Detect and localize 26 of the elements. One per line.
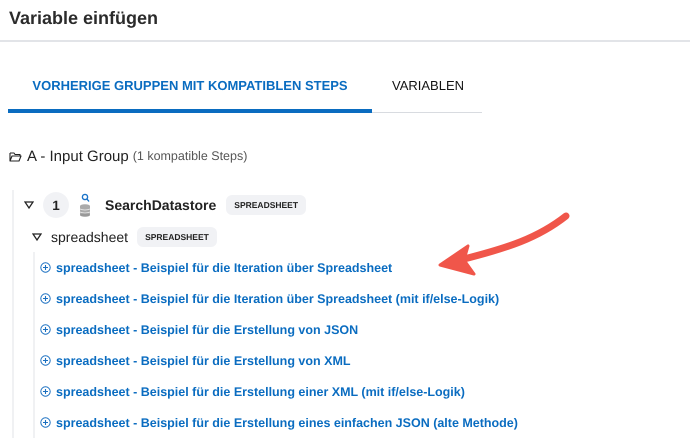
variable-link[interactable]: spreadsheet - Beispiel für die Erstellung von XML xyxy=(56,354,351,368)
type-tag: SPREADSHEET xyxy=(226,195,306,215)
variable-link[interactable]: spreadsheet - Beispiel für die Erstellung von JSON xyxy=(56,322,358,336)
variable-link[interactable]: spreadsheet - Beispiel für die Erstellung eines einfachen JSON (alte Methode) xyxy=(56,416,518,430)
step-count: (1 kompatible Steps) xyxy=(132,149,248,163)
collapse-icon[interactable] xyxy=(24,200,34,210)
plus-circle-icon[interactable] xyxy=(40,262,51,273)
variable-link[interactable]: spreadsheet - Beispiel für die Iteration über Spreadsheet xyxy=(56,260,392,274)
database-search-icon xyxy=(77,193,93,217)
variable-link[interactable]: spreadsheet - Beispiel für die Iteration über Spreadsheet (mit if/else-Logik) xyxy=(56,292,500,306)
output-name: spreadsheet xyxy=(51,229,128,245)
step-number: 1 xyxy=(43,192,69,218)
folder-icon xyxy=(9,150,22,162)
tab[interactable]: VARIABLEN xyxy=(372,62,474,113)
plus-circle-icon[interactable] xyxy=(40,355,51,366)
plus-circle-icon[interactable] xyxy=(40,417,51,428)
plus-circle-icon[interactable] xyxy=(40,293,51,304)
variable-link[interactable]: spreadsheet - Beispiel für die Erstellung einer XML (mit if/else-Logik) xyxy=(56,384,465,398)
type-tag: SPREADSHEET xyxy=(137,227,217,247)
plus-circle-icon[interactable] xyxy=(40,324,51,335)
group-name: A - Input Group xyxy=(27,148,129,164)
plus-circle-icon[interactable] xyxy=(40,386,51,397)
collapse-icon[interactable] xyxy=(32,232,42,242)
tab[interactable]: VORHERIGE GRUPPEN MIT KOMPATIBLEN STEPS xyxy=(8,62,372,113)
step-name: SearchDatastore xyxy=(105,197,216,213)
dialog-title: Variable einfügen xyxy=(9,8,160,29)
